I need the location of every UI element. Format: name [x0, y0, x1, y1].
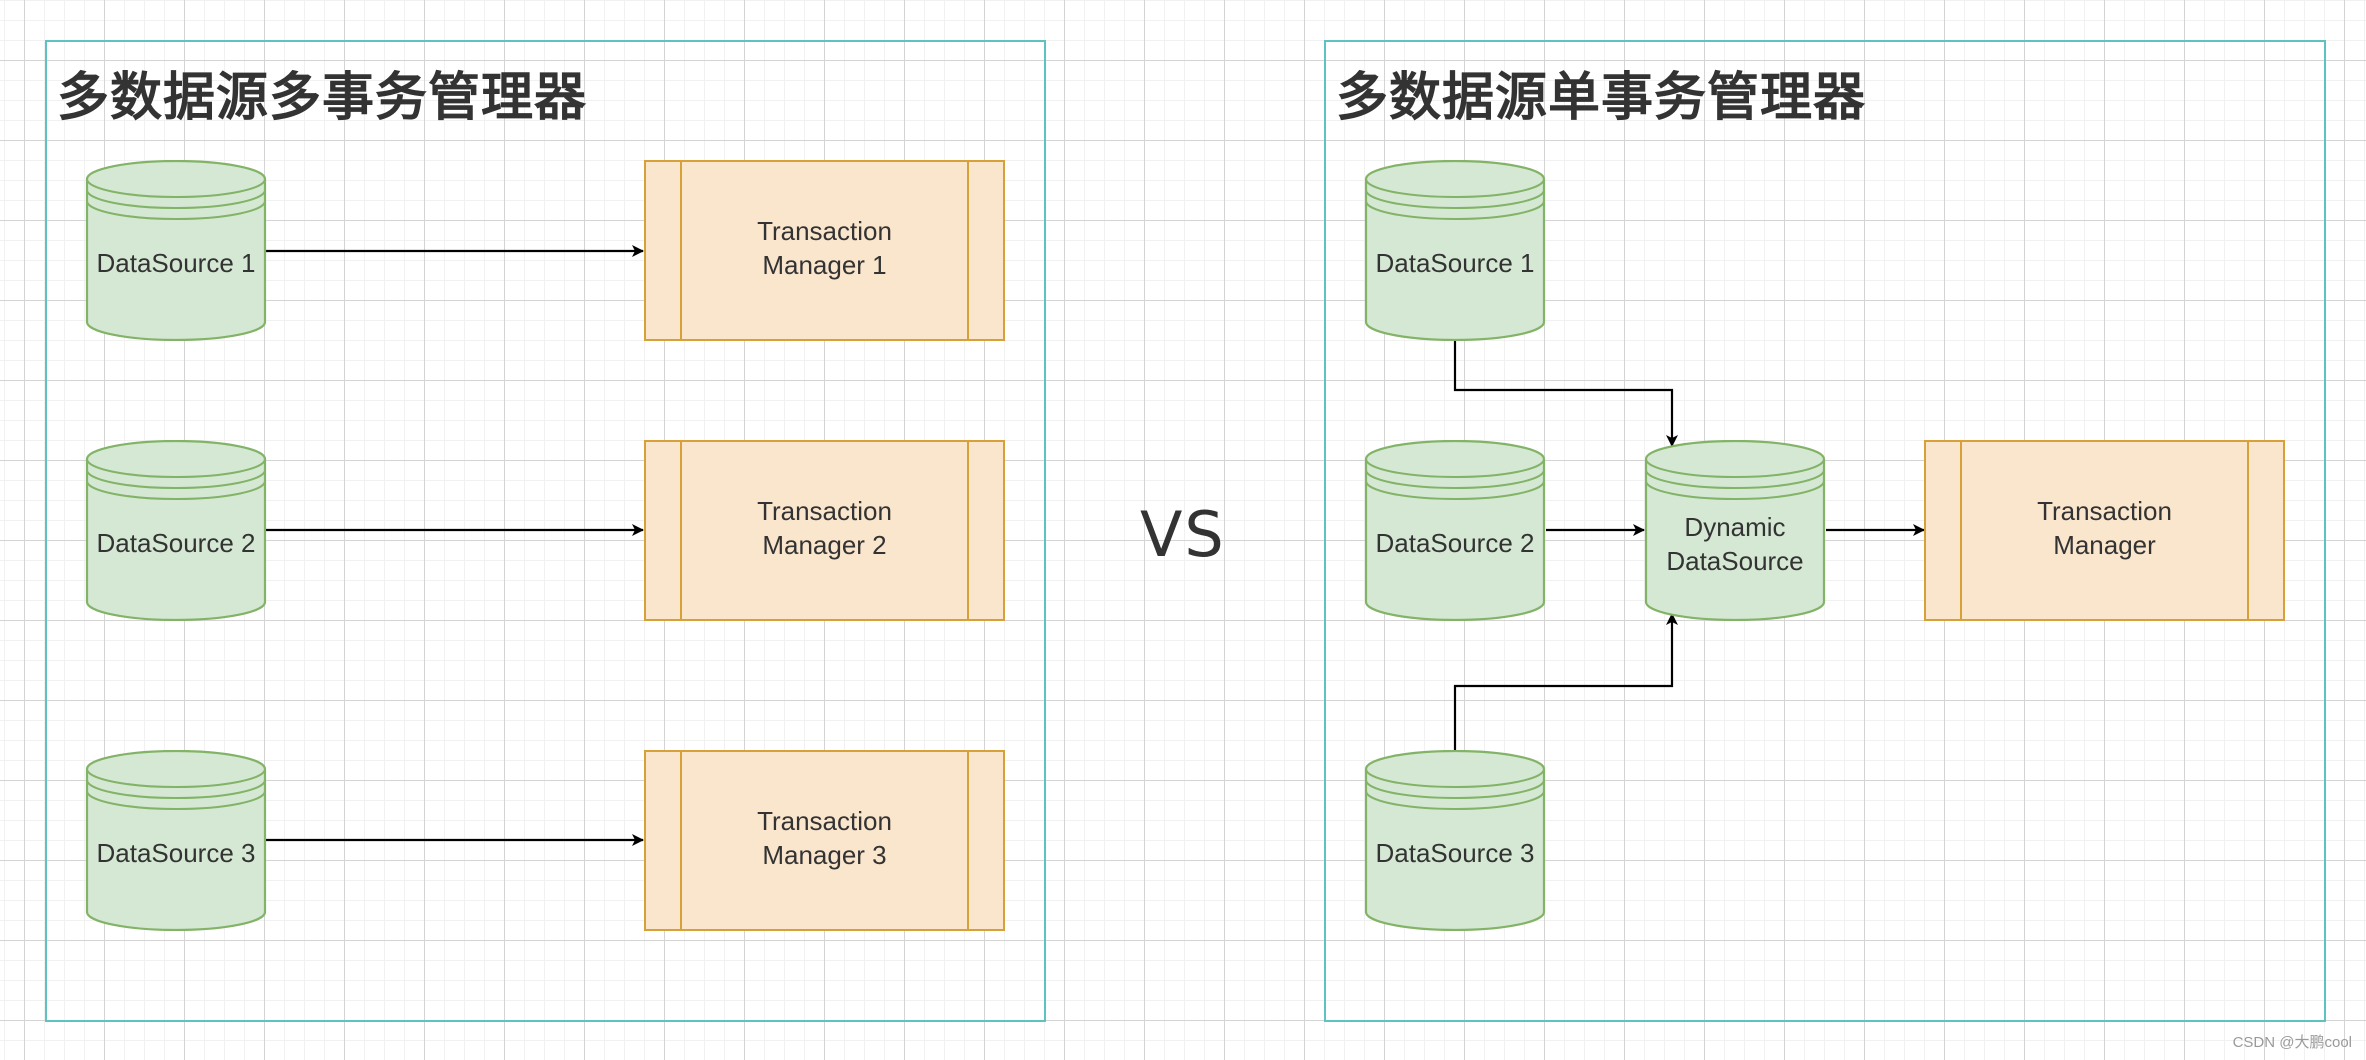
- transaction-manager-label: Transaction Manager 1: [646, 214, 1003, 282]
- label-line: DataSource: [1666, 546, 1804, 576]
- edge-right-ds3-dynamic: [1453, 613, 1678, 750]
- label-line: Manager: [2053, 530, 2156, 560]
- transaction-manager-label: Transaction Manager: [1926, 494, 2283, 562]
- datasource-label: DataSource 1: [96, 248, 256, 278]
- label-line: Transaction: [757, 216, 892, 246]
- edge-right-ds1-dynamic: [1453, 341, 1678, 447]
- label-line: Manager 2: [762, 530, 887, 560]
- transaction-manager-label: Transaction Manager 3: [646, 804, 1003, 872]
- datasource-cylinder[interactable]: DataSource 3: [1364, 750, 1546, 931]
- datasource-label: DataSource 2: [1375, 528, 1535, 558]
- label-line: Transaction: [757, 806, 892, 836]
- transaction-manager-box[interactable]: Transaction Manager 1: [644, 160, 1005, 341]
- datasource-cylinder[interactable]: DataSource 1: [1364, 160, 1546, 341]
- transaction-manager-box[interactable]: Transaction Manager: [1924, 440, 2285, 621]
- label-line: Manager 3: [762, 840, 887, 870]
- datasource-label: DataSource 1: [1375, 248, 1535, 278]
- label-line: Transaction: [2037, 496, 2172, 526]
- datasource-cylinder[interactable]: DataSource 2: [85, 440, 267, 621]
- datasource-cylinder[interactable]: DataSource 1: [85, 160, 267, 341]
- transaction-manager-box[interactable]: Transaction Manager 3: [644, 750, 1005, 931]
- transaction-manager-label: Transaction Manager 2: [646, 494, 1003, 562]
- label-line: Manager 1: [762, 250, 887, 280]
- datasource-cylinder[interactable]: DataSource 3: [85, 750, 267, 931]
- dynamic-datasource-cylinder[interactable]: Dynamic DataSource: [1644, 440, 1826, 621]
- datasource-cylinder[interactable]: DataSource 2: [1364, 440, 1546, 621]
- dynamic-datasource-label: Dynamic DataSource: [1644, 510, 1826, 578]
- datasource-label: DataSource 3: [96, 838, 256, 868]
- datasource-label: DataSource 2: [96, 528, 256, 558]
- datasource-label: DataSource 3: [1375, 838, 1535, 868]
- label-line: Transaction: [757, 496, 892, 526]
- transaction-manager-box[interactable]: Transaction Manager 2: [644, 440, 1005, 621]
- label-line: Dynamic: [1684, 512, 1786, 542]
- watermark: CSDN @大鹏cool: [2232, 1034, 2352, 1051]
